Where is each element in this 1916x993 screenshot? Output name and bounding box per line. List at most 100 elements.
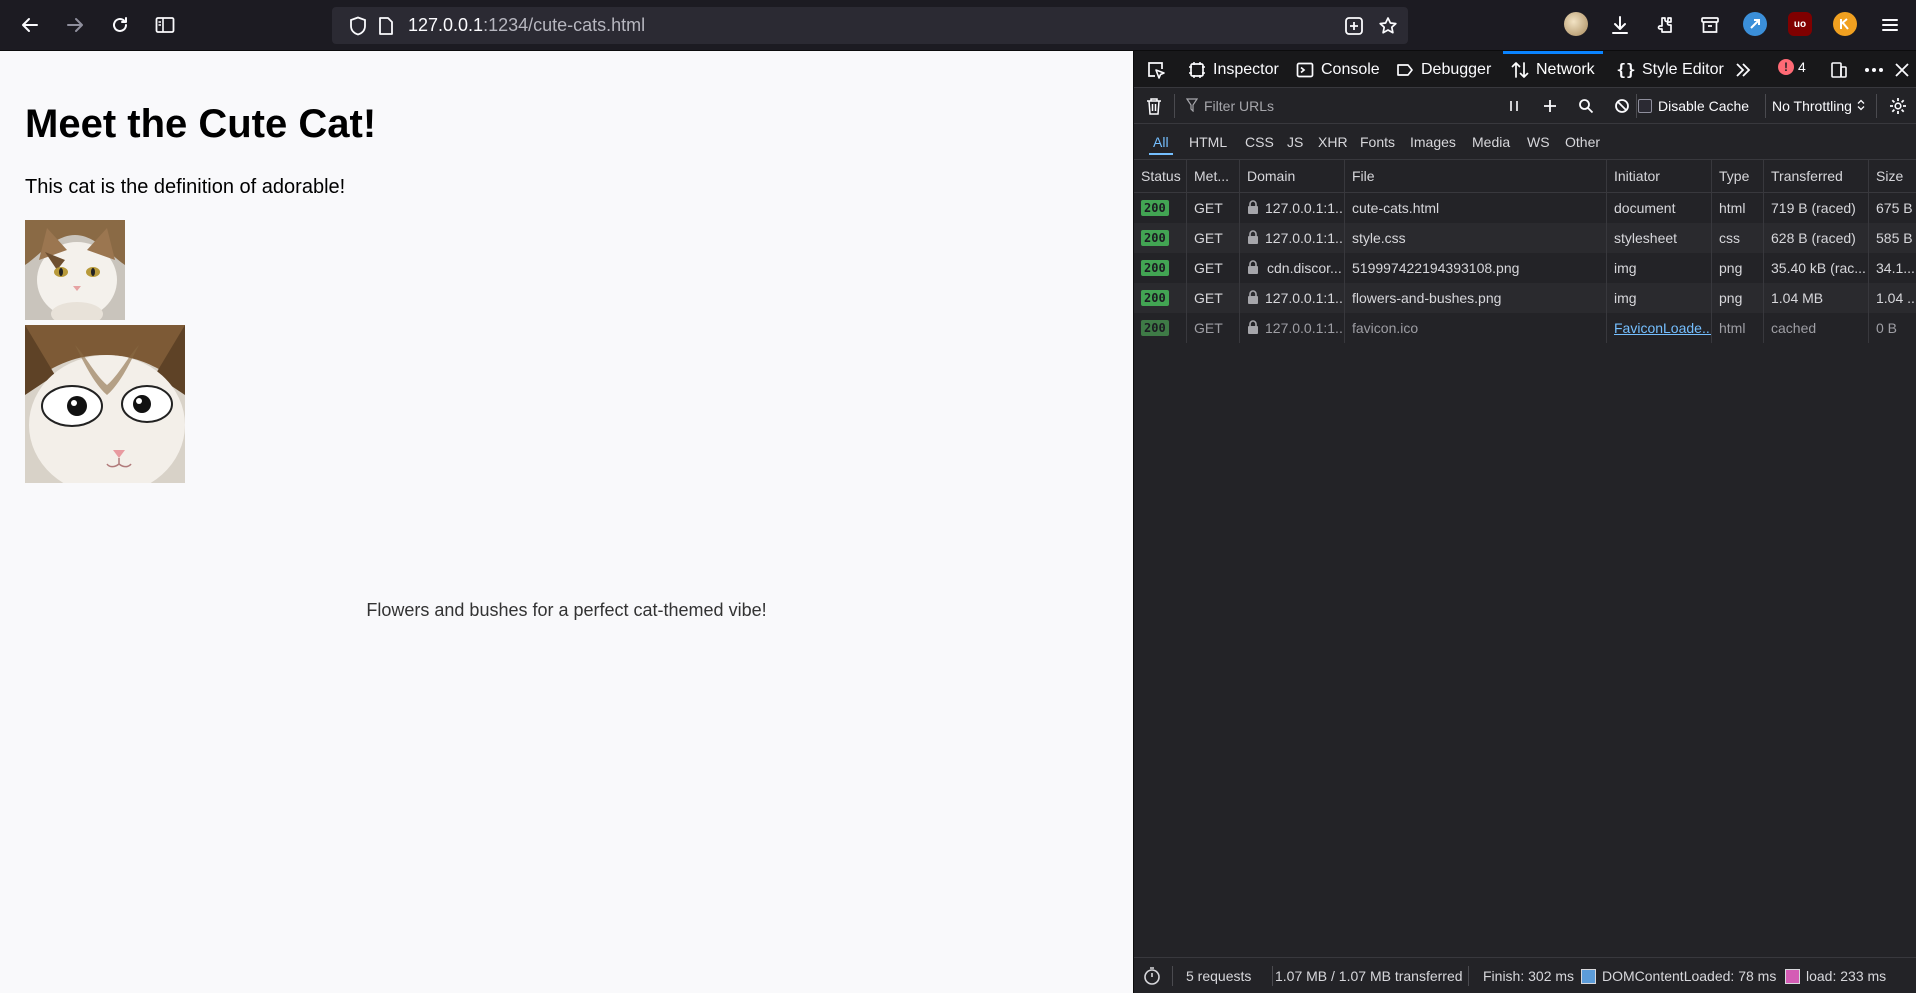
filter-xhr[interactable]: XHR (1314, 131, 1352, 153)
file-cell: 519997422194393108.png (1344, 253, 1606, 283)
extensions-icon[interactable] (1649, 9, 1681, 41)
add-request-blocking-icon[interactable] (1538, 94, 1562, 118)
tab-inspector[interactable]: Inspector (1188, 51, 1279, 88)
size-cell: 1.04 ... (1868, 283, 1916, 313)
pause-icon[interactable] (1502, 94, 1526, 118)
ublock-icon[interactable]: uo (1788, 12, 1812, 36)
type-cell: html (1711, 193, 1763, 223)
filter-other[interactable]: Other (1561, 131, 1604, 153)
tab-debugger[interactable]: Debugger (1396, 51, 1491, 88)
status-cell: 200 (1134, 313, 1186, 343)
filter-ws[interactable]: WS (1523, 131, 1554, 153)
tab-style-editor[interactable]: {} Style Editor (1616, 51, 1723, 88)
table-row[interactable]: 200 GET 127.0.0.1:1... favicon.ico Favic… (1134, 313, 1916, 343)
page-content: Meet the Cute Cat! This cat is the defin… (0, 51, 1133, 993)
page-intro: This cat is the definition of adorable! (25, 176, 346, 198)
trash-icon[interactable] (1142, 94, 1166, 118)
type-cell: css (1711, 223, 1763, 253)
menu-icon[interactable] (1874, 9, 1906, 41)
status-divider (1272, 966, 1273, 986)
browser-toolbar: 127.0.0.1:1234/cute-cats.html uo (0, 0, 1916, 51)
add-to-page-icon[interactable] (1342, 7, 1366, 44)
error-count-badge[interactable]: ! 4 (1778, 59, 1806, 75)
file-cell: favicon.ico (1344, 313, 1606, 343)
status-badge: 200 (1141, 260, 1169, 276)
column-domain[interactable]: Domain (1239, 160, 1344, 192)
tab-debugger-label: Debugger (1421, 60, 1492, 78)
status-cell: 200 (1134, 223, 1186, 253)
lock-icon (1247, 320, 1259, 336)
tab-inspector-label: Inspector (1213, 60, 1279, 78)
column-transferred[interactable]: Transferred (1763, 160, 1868, 192)
finish-time: Finish: 302 ms (1483, 968, 1575, 984)
tab-network[interactable]: Network (1503, 51, 1603, 88)
reload-icon[interactable] (104, 9, 136, 41)
filter-css[interactable]: CSS (1241, 131, 1278, 153)
table-header: Status Met... Domain File Initiator Type… (1134, 160, 1916, 193)
close-devtools-icon[interactable] (1894, 51, 1910, 88)
extension-orange-icon[interactable] (1833, 12, 1857, 36)
table-row[interactable]: 200 GET 127.0.0.1:1... style.css stylesh… (1134, 223, 1916, 253)
element-picker-icon[interactable] (1146, 51, 1166, 88)
request-type-filters: All HTML CSS JS XHR Fonts Images Media W… (1134, 124, 1916, 160)
status-divider (1172, 966, 1173, 986)
method-cell: GET (1186, 223, 1239, 253)
performance-stopwatch-icon[interactable] (1142, 958, 1162, 993)
search-icon[interactable] (1574, 94, 1598, 118)
responsive-design-icon[interactable] (1830, 51, 1848, 88)
url-text[interactable]: 127.0.0.1:1234/cute-cats.html (408, 7, 645, 44)
column-size[interactable]: Size (1868, 160, 1916, 192)
ublock-label: uo (1793, 18, 1807, 30)
more-tabs-chevron-icon[interactable] (1734, 51, 1752, 88)
profile-icon[interactable] (1564, 12, 1588, 36)
disable-cache-checkbox[interactable] (1638, 99, 1652, 113)
network-icon (1511, 61, 1529, 79)
transferred-cell: 628 B (raced) (1763, 223, 1868, 253)
transferred-total: 1.07 MB / 1.07 MB transferred (1275, 968, 1463, 984)
disable-cache-label: Disable Cache (1658, 98, 1750, 114)
error-count: 4 (1798, 59, 1806, 75)
transferred-cell: cached (1763, 313, 1868, 343)
throttling-select[interactable]: No Throttling (1772, 88, 1865, 124)
back-icon[interactable] (14, 9, 46, 41)
table-row[interactable]: 200 GET 127.0.0.1:1... cute-cats.html do… (1134, 193, 1916, 223)
initiator-link[interactable]: FaviconLoade... (1614, 320, 1711, 336)
sidebar-icon[interactable] (149, 9, 181, 41)
size-cell: 0 B (1868, 313, 1916, 343)
disable-cache-toggle[interactable]: Disable Cache (1638, 88, 1749, 124)
table-row[interactable]: 200 GET cdn.discor... 519997422194393108… (1134, 253, 1916, 283)
url-path: :1234/cute-cats.html (483, 15, 646, 35)
page-icon[interactable] (374, 7, 398, 44)
filter-html[interactable]: HTML (1185, 131, 1231, 153)
column-method[interactable]: Met... (1186, 160, 1239, 192)
extension-blue-icon[interactable] (1743, 12, 1767, 36)
toolbar-divider-4 (1876, 94, 1877, 118)
filter-images[interactable]: Images (1406, 131, 1460, 153)
transferred-cell: 35.40 kB (rac... (1763, 253, 1868, 283)
tab-console[interactable]: Console (1296, 51, 1380, 88)
filter-media[interactable]: Media (1468, 131, 1514, 153)
download-icon[interactable] (1604, 9, 1636, 41)
column-status[interactable]: Status (1134, 160, 1186, 192)
column-initiator[interactable]: Initiator (1606, 160, 1711, 192)
column-type[interactable]: Type (1711, 160, 1763, 192)
domain-cell: cdn.discor... (1239, 253, 1344, 283)
url-bar[interactable]: 127.0.0.1:1234/cute-cats.html (332, 7, 1408, 44)
size-cell: 675 B (1868, 193, 1916, 223)
domain-text: 127.0.0.1:1... (1265, 230, 1344, 246)
forward-icon[interactable] (59, 9, 91, 41)
container-icon[interactable] (1694, 9, 1726, 41)
table-row[interactable]: 200 GET 127.0.0.1:1... flowers-and-bushe… (1134, 283, 1916, 313)
type-cell: html (1711, 313, 1763, 343)
shield-icon[interactable] (346, 7, 370, 44)
filter-js[interactable]: JS (1283, 131, 1307, 153)
type-cell: png (1711, 283, 1763, 313)
network-settings-gear-icon[interactable] (1886, 94, 1910, 118)
toolbar-divider-2 (1636, 94, 1637, 118)
column-file[interactable]: File (1344, 160, 1606, 192)
bookmark-star-icon[interactable] (1376, 7, 1400, 44)
more-options-icon[interactable] (1863, 51, 1885, 88)
filter-all[interactable]: All (1149, 131, 1173, 155)
block-icon[interactable] (1610, 94, 1634, 118)
filter-fonts[interactable]: Fonts (1356, 131, 1399, 153)
